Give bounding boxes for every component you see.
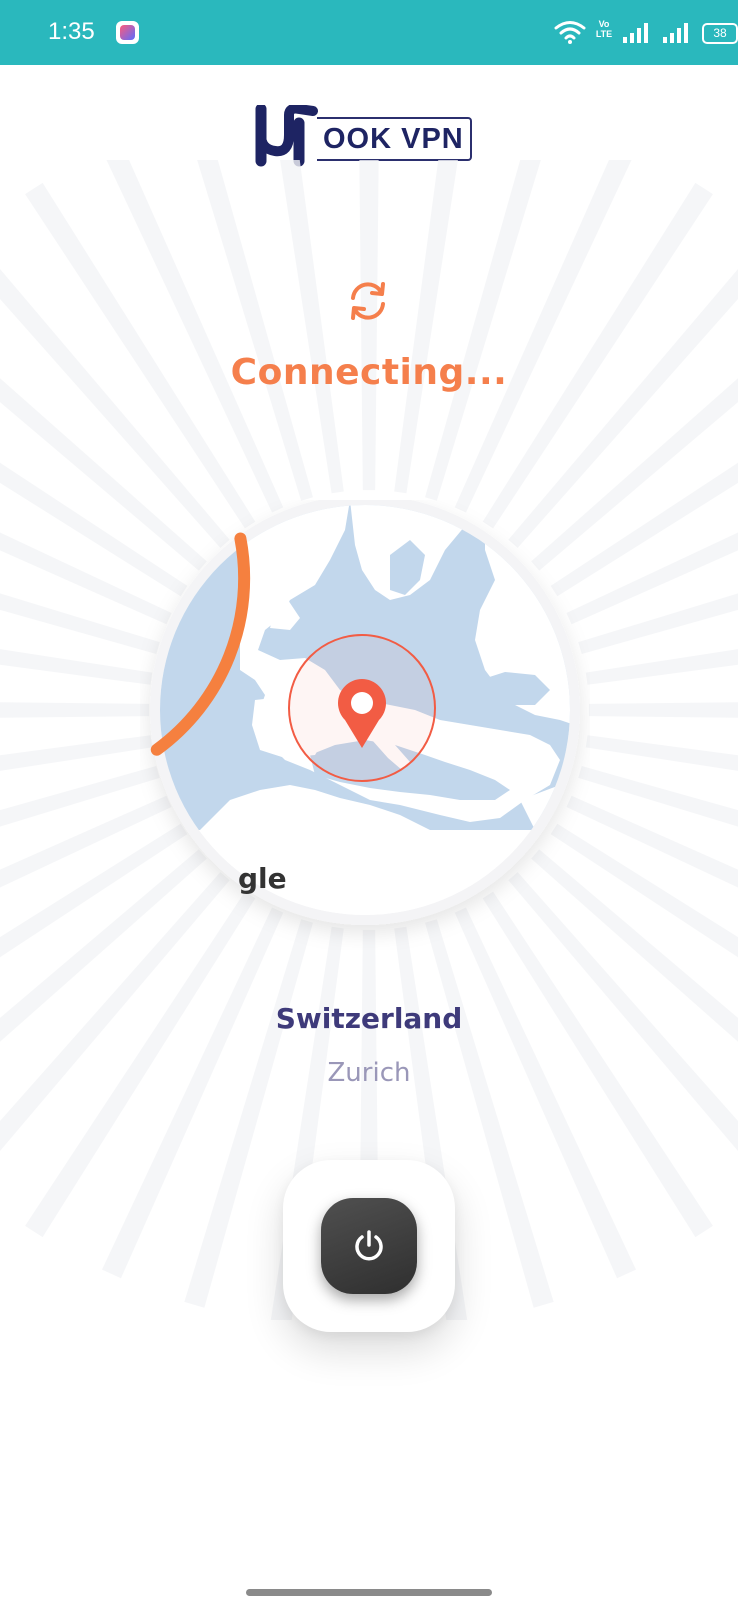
background-ray: [0, 702, 150, 718]
status-bar: 1:35 Vo LTE 38: [0, 0, 738, 65]
app-logo: OOK VPN: [255, 105, 485, 167]
signal-icon-2: [663, 23, 688, 43]
logo-text: OOK VPN: [317, 117, 472, 161]
signal-icon: [623, 23, 648, 43]
wifi-icon: [554, 21, 586, 44]
battery-icon: 38: [702, 23, 738, 44]
connection-status: Connecting...: [230, 352, 508, 393]
map-view: gle: [140, 495, 590, 950]
background-ray: [280, 160, 344, 494]
server-country: Switzerland: [275, 1002, 463, 1035]
power-button[interactable]: [321, 1198, 417, 1294]
background-ray: [394, 160, 458, 494]
status-time: 1:35: [48, 18, 95, 45]
sync-icon: [351, 282, 385, 320]
background-ray: [588, 702, 738, 718]
power-button-container: [283, 1160, 455, 1332]
app-notification-icon: [116, 21, 139, 44]
home-indicator[interactable]: [246, 1589, 492, 1596]
map-attribution: gle: [238, 862, 287, 895]
power-icon: [355, 1230, 383, 1261]
volte-icon: Vo LTE: [595, 19, 613, 39]
server-city: Zurich: [327, 1058, 411, 1088]
screen: 1:35 Vo LTE 38 OOK VPN Connecting... gle…: [0, 0, 738, 1600]
logo-mark-icon: [255, 105, 318, 167]
